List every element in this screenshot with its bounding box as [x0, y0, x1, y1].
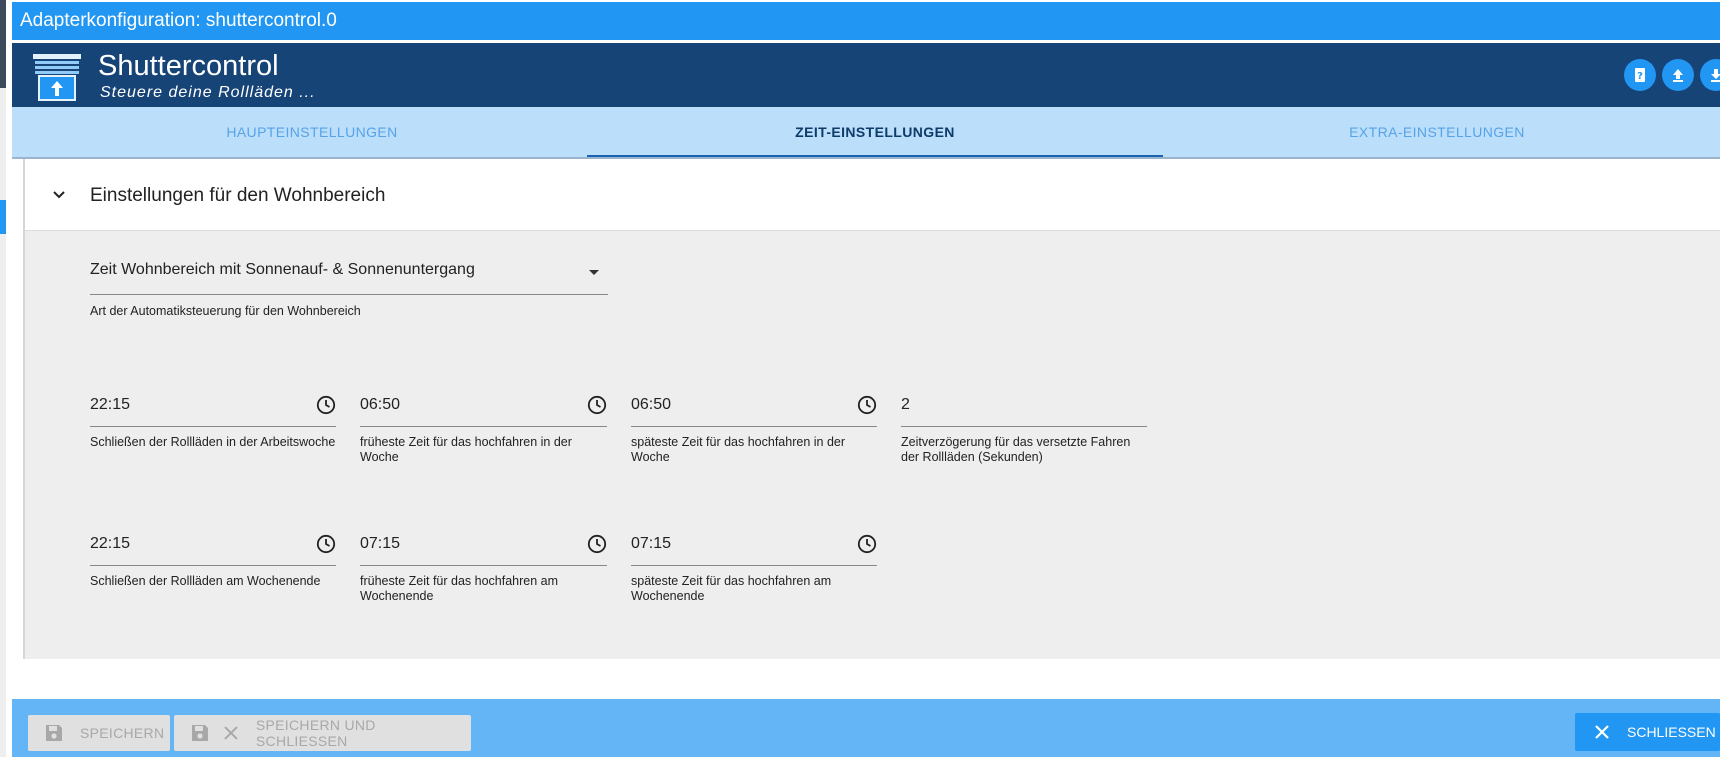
left-edge-strip: [0, 0, 6, 757]
app-header: Shuttercontrol Steuere deine Rollläden .…: [12, 43, 1720, 107]
chevron-down-icon[interactable]: [51, 187, 67, 203]
upload-icon: [1673, 69, 1683, 82]
clock-icon[interactable]: [316, 534, 336, 554]
close-weekday-field[interactable]: 22:15: [90, 383, 336, 427]
save-and-close-button[interactable]: SPEICHERN UND SCHLIESSEN: [174, 715, 471, 751]
dropdown-arrow-icon: [589, 270, 599, 275]
left-edge-dark-block: [0, 0, 6, 88]
window-title: Adapterkonfiguration: shuttercontrol.0: [12, 2, 1720, 40]
clock-icon[interactable]: [857, 534, 877, 554]
earliest-up-weekend-helper: früheste Zeit für das hochfahren am Woch…: [360, 574, 559, 603]
latest-up-weekend-helper: späteste Zeit für das hochfahren am Woch…: [631, 574, 832, 603]
tab-extra-einstellungen[interactable]: EXTRA-EINSTELLUNGEN: [1149, 107, 1720, 157]
clock-icon[interactable]: [587, 534, 607, 554]
download-button[interactable]: [1700, 59, 1720, 91]
clock-icon[interactable]: [587, 395, 607, 415]
earliest-up-weekday-value: 06:50: [360, 396, 401, 413]
tab-bar: HAUPTEINSTELLUNGEN ZEIT-EINSTELLUNGEN EX…: [12, 107, 1720, 159]
help-button[interactable]: ?: [1624, 59, 1656, 91]
latest-up-weekend-value: 07:15: [631, 535, 672, 552]
shutter-logo-icon: [33, 54, 81, 101]
close-weekday-helper: Schließen der Rollläden in der Arbeitswo…: [90, 435, 336, 449]
earliest-up-weekday-field[interactable]: 06:50: [360, 383, 607, 427]
settings-panel: Einstellungen für den Wohnbereich Zeit W…: [23, 159, 1720, 659]
close-icon: [1595, 725, 1609, 739]
app-title: Shuttercontrol: [98, 50, 279, 82]
save-and-close-label: SPEICHERN UND SCHLIESSEN: [255, 717, 376, 749]
latest-up-weekday-helper: späteste Zeit für das hochfahren in der …: [631, 435, 846, 464]
earliest-up-weekend-value: 07:15: [360, 535, 401, 552]
delay-seconds-value: 2: [901, 396, 910, 413]
floppy-disk-icon: [46, 725, 62, 741]
delay-seconds-field[interactable]: 2: [901, 383, 1147, 427]
close-weekend-field[interactable]: 22:15: [90, 522, 336, 566]
latest-up-weekday-value: 06:50: [631, 396, 672, 413]
latest-up-weekday-field[interactable]: 06:50: [631, 383, 877, 427]
help-book-icon: ?: [1635, 68, 1645, 82]
svg-text:?: ?: [1637, 71, 1643, 82]
close-button[interactable]: SCHLIESSEN: [1575, 713, 1720, 751]
close-weekday-value: 22:15: [90, 396, 131, 413]
clock-icon[interactable]: [857, 395, 877, 415]
mode-select-value: Zeit Wohnbereich mit Sonnenauf- & Sonnen…: [90, 261, 475, 278]
mode-select-helper: Art der Automatiksteuerung für den Wohnb…: [90, 304, 361, 318]
earliest-up-weekday-helper: früheste Zeit für das hochfahren in der …: [360, 435, 572, 464]
download-icon: [1711, 69, 1720, 82]
latest-up-weekend-field[interactable]: 07:15: [631, 522, 877, 566]
clock-icon[interactable]: [316, 395, 336, 415]
close-weekend-helper: Schließen der Rollläden am Wochenende: [90, 574, 321, 588]
close-icon: [224, 726, 238, 740]
close-weekend-value: 22:15: [90, 535, 131, 552]
save-button-label: SPEICHERN: [80, 725, 165, 741]
tab-zeit-einstellungen[interactable]: ZEIT-EINSTELLUNGEN: [587, 107, 1163, 157]
save-button[interactable]: SPEICHERN: [28, 715, 170, 751]
floppy-disk-icon: [191, 725, 208, 741]
section-title: Einstellungen für den Wohnbereich: [90, 185, 386, 206]
tab-haupteinstellungen[interactable]: HAUPTEINSTELLUNGEN: [24, 107, 600, 157]
close-button-label: SCHLIESSEN: [1627, 724, 1716, 740]
left-edge-blue-marker: [0, 200, 6, 234]
upload-button[interactable]: [1662, 59, 1694, 91]
footer-bar: SPEICHERN SPEICHERN UND SCHLIESSEN SCHLI…: [12, 699, 1720, 757]
mode-select[interactable]: Zeit Wohnbereich mit Sonnenauf- & Sonnen…: [90, 251, 608, 295]
section-header[interactable]: Einstellungen für den Wohnbereich: [25, 159, 1720, 231]
earliest-up-weekend-field[interactable]: 07:15: [360, 522, 607, 566]
app-subtitle: Steuere deine Rollläden ...: [100, 84, 316, 101]
delay-seconds-helper: Zeitverzögerung für das versetzte Fahren…: [901, 435, 1131, 464]
